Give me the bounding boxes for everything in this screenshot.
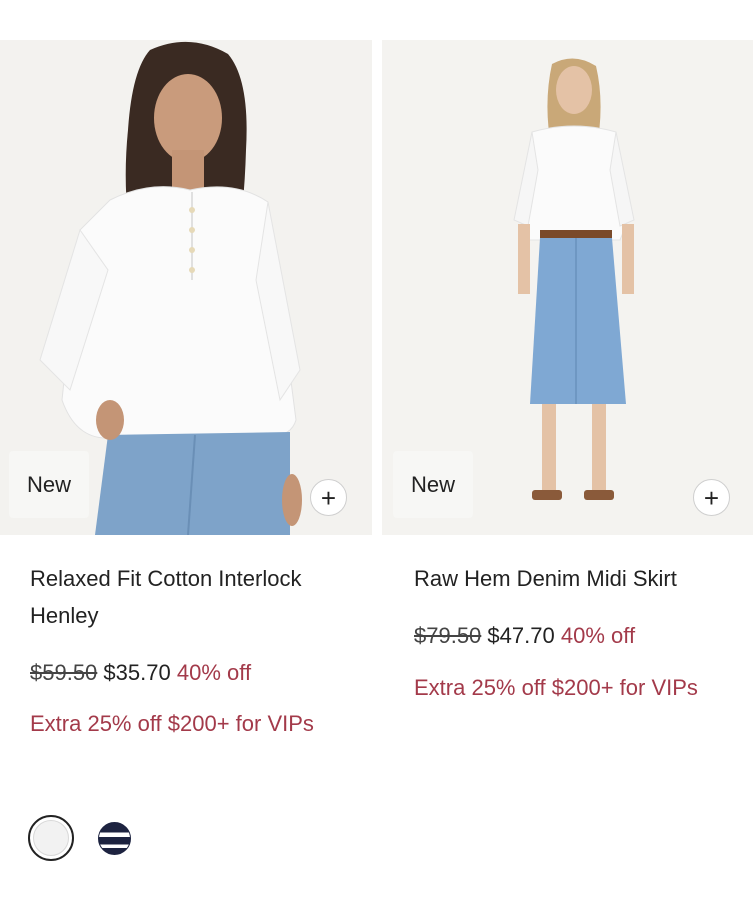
price-row: $59.50 $35.70 40% off [30,658,251,688]
product-grid: New + Relaxed Fit Cotton Interlock Henle… [0,0,753,900]
original-price: $59.50 [30,660,98,685]
discount-label: 40% off [560,623,636,648]
sale-price: $47.70 [487,623,555,648]
color-swatches [28,815,131,861]
discount-label: 40% off [176,660,252,685]
price-row: $79.50 $47.70 40% off [414,621,635,651]
vip-promo-text: Extra 25% off $200+ for VIPs [414,675,698,700]
new-badge: New [9,451,89,518]
product-title[interactable]: Relaxed Fit Cotton Interlock Henley [30,560,360,634]
add-to-bag-button[interactable]: + [310,479,347,516]
sale-price: $35.70 [103,660,171,685]
swatch-white-fill [33,820,69,856]
new-badge: New [393,451,473,518]
add-to-bag-button[interactable]: + [693,479,730,516]
swatch-white[interactable] [28,815,74,861]
original-price: $79.50 [414,623,482,648]
swatch-navy-stripe[interactable] [98,821,131,855]
product-title[interactable]: Raw Hem Denim Midi Skirt [414,560,744,597]
vip-promo-text: Extra 25% off $200+ for VIPs [30,711,314,736]
